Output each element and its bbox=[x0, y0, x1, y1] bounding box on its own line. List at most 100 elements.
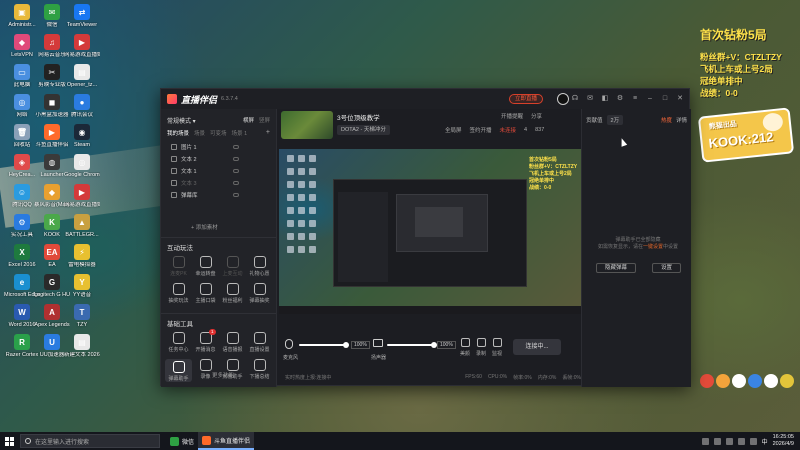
source-item[interactable]: 图片 1 bbox=[165, 141, 269, 153]
tool-button[interactable]: 下播总结 bbox=[246, 359, 273, 382]
add-scene-button[interactable]: + bbox=[266, 129, 270, 137]
tool-button[interactable]: 弹幕抽奖 bbox=[246, 283, 273, 304]
record-button[interactable]: 录制 bbox=[473, 337, 489, 357]
danmaku-settings-button[interactable]: 设置 bbox=[652, 263, 682, 273]
source-item[interactable]: 文本 3 bbox=[165, 177, 269, 189]
tab-scene[interactable]: 场景 bbox=[194, 129, 205, 137]
mic-volume-slider[interactable] bbox=[299, 342, 349, 348]
desktop-icon[interactable]: ⇄ TeamViewer bbox=[64, 4, 100, 29]
visibility-icon[interactable] bbox=[233, 193, 239, 197]
desktop-icon[interactable]: ▶ 网易游戏直播姬 bbox=[64, 34, 100, 59]
tool-button[interactable]: 礼物心愿 bbox=[246, 256, 273, 277]
settings-icon[interactable]: ⚙ bbox=[615, 93, 625, 103]
more-functions-button[interactable]: ··· 更多功能 bbox=[205, 371, 234, 379]
overlay-line: 飞机上车或上号2局 bbox=[700, 64, 773, 74]
one-click-settings-link[interactable]: 一键设置 bbox=[643, 244, 663, 250]
visibility-icon[interactable] bbox=[233, 169, 239, 173]
message-icon[interactable]: ✉ bbox=[585, 93, 595, 103]
taskbar-app[interactable]: 斗鱼直播伴侣 bbox=[198, 432, 255, 450]
fullscreen-button[interactable]: 全局屏 bbox=[445, 126, 462, 134]
connect-button[interactable]: 连接中... bbox=[513, 339, 561, 355]
desktop-icon[interactable]: ▤ Opener_tz... bbox=[64, 64, 100, 89]
tool-button[interactable]: 语音播报 bbox=[219, 332, 246, 353]
tab-contribution[interactable]: 贡献值 bbox=[586, 116, 603, 124]
tab-variable-scene[interactable]: 可变场 bbox=[210, 129, 227, 137]
avatar[interactable] bbox=[557, 93, 569, 105]
source-item[interactable]: 弹幕库 bbox=[165, 189, 269, 201]
desktop-icon[interactable]: ⚡ 雷电模拟器 bbox=[64, 244, 100, 269]
add-material-button[interactable]: + 添加素材 bbox=[191, 223, 218, 231]
minimize-icon[interactable]: – bbox=[645, 93, 655, 103]
tool-button[interactable]: 弹幕助手 bbox=[165, 359, 192, 382]
desktop-icon[interactable]: Y YY语音 bbox=[64, 274, 100, 299]
beauty-button[interactable]: 美颜 bbox=[457, 337, 473, 357]
close-icon[interactable]: ✕ bbox=[675, 93, 685, 103]
input-method-indicator[interactable]: 中 bbox=[762, 437, 768, 446]
tool-button[interactable]: 主播口袋 bbox=[192, 283, 219, 304]
tab-my-scenes[interactable]: 我的场景 bbox=[167, 129, 189, 137]
customer-service-icon[interactable]: ☊ bbox=[570, 93, 580, 103]
microphone-icon[interactable] bbox=[285, 339, 293, 349]
app-icon: ◆ bbox=[44, 184, 60, 200]
tray-icon[interactable] bbox=[725, 437, 733, 445]
tab-heat[interactable]: 热度 bbox=[661, 116, 672, 124]
desktop-icon[interactable]: ◎ Google Chrome bbox=[64, 154, 100, 179]
tray-icon[interactable] bbox=[713, 437, 721, 445]
room-thumbnail[interactable] bbox=[281, 111, 333, 139]
menu-icon[interactable]: ≡ bbox=[630, 93, 640, 103]
source-item[interactable]: 文本 1 bbox=[165, 165, 269, 177]
desktop-icon[interactable]: ◉ Steam bbox=[64, 124, 100, 149]
skin-icon[interactable]: ◧ bbox=[600, 93, 610, 103]
app-icon: Y bbox=[74, 274, 90, 290]
network-icon[interactable] bbox=[737, 437, 745, 445]
tool-button[interactable]: 1 开播消息 bbox=[192, 329, 219, 353]
share-button[interactable]: 分享 bbox=[531, 112, 542, 120]
signed-live-button[interactable]: 签约开播 bbox=[470, 126, 492, 134]
mic-volume-value[interactable]: 100% bbox=[351, 341, 370, 349]
desktop-icon[interactable]: ▶ 网易游戏直播姬 bbox=[64, 184, 100, 209]
slider-knob[interactable] bbox=[343, 342, 349, 348]
system-tray: 中 16:25:05 2026/4/9 bbox=[701, 434, 800, 448]
visibility-icon[interactable] bbox=[233, 157, 239, 161]
room-title[interactable]: 3号位顶级教学 bbox=[337, 112, 380, 122]
tool-button[interactable]: 抽奖玩法 bbox=[165, 283, 192, 304]
tool-button[interactable]: 直播设置 bbox=[246, 332, 273, 353]
speaker-icon[interactable] bbox=[373, 339, 383, 347]
portrait-toggle[interactable]: 竖屏 bbox=[259, 116, 270, 124]
mode-dropdown[interactable]: 常规模式 ▾ bbox=[167, 116, 196, 125]
clock[interactable]: 16:25:05 2026/4/9 bbox=[773, 434, 794, 448]
tool-button[interactable]: 任务中心 bbox=[165, 332, 192, 353]
source-item[interactable]: 文本 2 bbox=[165, 153, 269, 165]
desktop-icon[interactable]: T TZY bbox=[64, 304, 100, 329]
start-live-button[interactable]: 立即直播 bbox=[509, 94, 544, 104]
speaker-volume-slider[interactable] bbox=[387, 342, 437, 348]
taskbar-app[interactable]: 微信 bbox=[166, 432, 198, 450]
visibility-icon[interactable] bbox=[233, 145, 239, 149]
desktop-icon[interactable]: ● 腾讯会议 bbox=[64, 94, 100, 119]
hide-danmaku-button[interactable]: 隐藏弹幕 bbox=[596, 263, 637, 273]
volume-icon[interactable] bbox=[749, 437, 757, 445]
landscape-toggle[interactable]: 横屏 bbox=[243, 116, 254, 124]
tab-details[interactable]: 详情 bbox=[676, 116, 687, 124]
visibility-icon[interactable] bbox=[233, 181, 239, 185]
stream-preview[interactable]: 首次钻粉5局 粉丝群+V：CTZLTZY 飞机上车或上号2局 冠绝单排中 战绩：… bbox=[279, 149, 581, 314]
tool-icon bbox=[172, 332, 185, 344]
app-icon: ▲ bbox=[74, 214, 90, 230]
tool-button[interactable]: 上麦互动 bbox=[219, 256, 246, 277]
contribution-value[interactable]: 2万 bbox=[606, 115, 624, 125]
tray-icon[interactable] bbox=[701, 437, 709, 445]
tool-button[interactable]: 连麦PK bbox=[165, 256, 192, 277]
tool-button[interactable]: 粉丝福利 bbox=[219, 283, 246, 304]
start-button[interactable] bbox=[0, 432, 18, 450]
taskbar-search[interactable]: 在这里输入进行搜索 bbox=[20, 434, 160, 448]
tool-button[interactable]: 幸运转盘 bbox=[192, 256, 219, 277]
monitor-button[interactable]: 监视 bbox=[489, 337, 505, 357]
section-basic: 基础工具 bbox=[167, 321, 193, 328]
live-reminder-button[interactable]: 开播提醒 bbox=[501, 112, 523, 120]
tab-scene-1[interactable]: 场景 1 bbox=[232, 129, 248, 137]
maximize-icon[interactable]: □ bbox=[660, 93, 670, 103]
speaker-volume-value[interactable]: 100% bbox=[437, 341, 456, 349]
desktop-icon[interactable]: ▤ 新建文本 20260311 bbox=[64, 334, 100, 359]
room-category[interactable]: DOTA2 - 天梯冲分 bbox=[337, 125, 390, 135]
desktop-icon[interactable]: ▲ BATTLEGR... bbox=[64, 214, 100, 239]
